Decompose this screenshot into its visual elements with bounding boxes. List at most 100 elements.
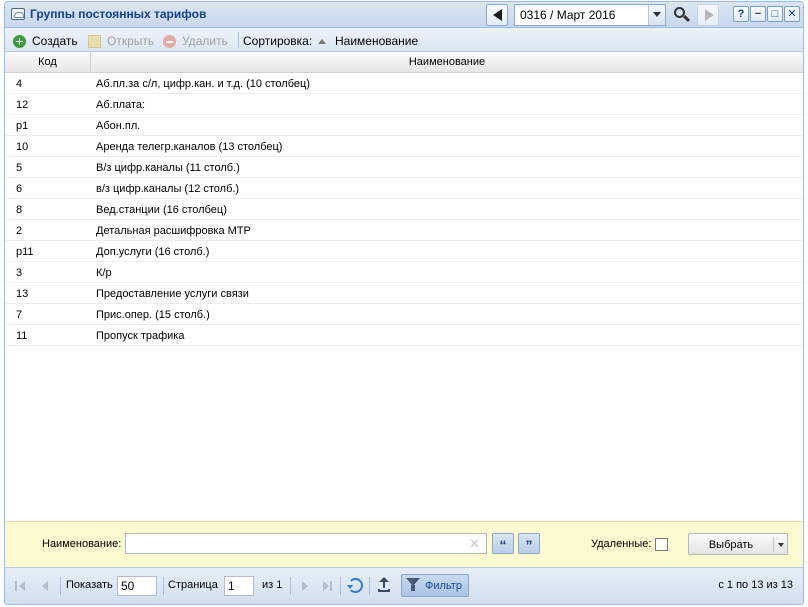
paging-separator [369, 577, 370, 595]
tariff-groups-grid: Код Наименование 4 Аб.пл.за с/л, цифр.кан… [5, 52, 803, 521]
create-label: Создать [32, 34, 78, 48]
period-select[interactable]: 0316 / Март 2016 [514, 4, 666, 26]
cell-code: p11 [16, 246, 34, 258]
arrow-right-icon [705, 9, 714, 21]
arrow-left-icon [493, 9, 502, 21]
cell-name: в/з цифр.каналы (12 столб.) [96, 183, 240, 195]
toolbar: Создать Открыть Удалить Сортировка: Наим… [5, 28, 803, 52]
page-number-input[interactable] [224, 576, 254, 596]
chevron-down-icon[interactable] [648, 5, 665, 25]
table-row[interactable]: 2 Детальная расшифровка МТР [5, 220, 803, 241]
table-row[interactable]: 12 Аб.плата: [5, 94, 803, 115]
sort-field-label: Наименование [335, 34, 419, 48]
deleted-checkbox[interactable] [655, 538, 668, 551]
cell-code: 3 [16, 267, 23, 279]
page-size-input[interactable] [117, 576, 157, 596]
sort-field-button[interactable]: Наименование [318, 33, 418, 49]
create-button[interactable]: Создать [13, 33, 78, 49]
clear-icon[interactable]: ✕ [469, 536, 480, 552]
table-row[interactable]: 10 Аренда телегр.каналов (13 столбец) [5, 136, 803, 157]
filter-name-input[interactable] [126, 534, 466, 553]
sort-ascending-icon [318, 38, 326, 44]
cell-code: 10 [16, 141, 29, 153]
cell-code: 2 [16, 225, 23, 237]
cell-name: Аб.плата: [96, 99, 146, 111]
next-page-icon[interactable] [299, 580, 311, 592]
cell-code: 4 [16, 78, 23, 90]
cell-code: 7 [16, 309, 23, 321]
paging-separator [60, 577, 61, 595]
help-button[interactable]: ? [733, 6, 749, 22]
toolbar-separator [238, 32, 239, 48]
cell-name: Аб.пл.за с/л, цифр.кан. и т.д. (10 столб… [96, 78, 310, 90]
export-icon[interactable] [376, 577, 392, 593]
paging-toolbar: Показать Страница из 1 Фильтр с 1 по 13 … [5, 567, 803, 604]
table-row[interactable]: p1 Абон.пл. [5, 115, 803, 136]
grid-body: 4 Аб.пл.за с/л, цифр.кан. и т.д. (10 стол… [5, 73, 803, 346]
cell-code: 11 [16, 330, 28, 342]
column-header-name[interactable]: Наименование [91, 56, 803, 68]
tariff-groups-window: Группы постоянных тарифов 0316 / Март 20… [4, 1, 804, 605]
table-row[interactable]: 3 К/р [5, 262, 803, 283]
table-row[interactable]: 13 Предоставление услуги связи [5, 283, 803, 304]
filter-name-field[interactable]: ✕ [125, 533, 487, 554]
cell-code: 13 [16, 288, 29, 300]
filter-toggle-label: Фильтр [425, 580, 462, 592]
sort-label: Сортировка: [243, 34, 313, 48]
filter-name-label: Наименование: [42, 538, 122, 550]
delete-button[interactable]: Удалить [163, 33, 228, 49]
table-row[interactable]: 7 Прис.опер. (15 столб.) [5, 304, 803, 325]
chevron-down-icon[interactable] [778, 543, 784, 547]
minimize-button[interactable]: − [750, 6, 766, 22]
cell-name: К/р [96, 267, 112, 279]
table-row[interactable]: 8 Вед.станции (16 столбец) [5, 199, 803, 220]
export-icon-base [378, 589, 390, 592]
cell-code: 8 [16, 204, 23, 216]
filter-toggle-button[interactable]: Фильтр [401, 574, 469, 597]
table-row[interactable]: 6 в/з цифр.каналы (12 столб.) [5, 178, 803, 199]
paging-summary: с 1 по 13 из 13 [718, 579, 793, 591]
cell-name: Прис.опер. (15 столб.) [96, 309, 210, 321]
prev-period-button[interactable] [486, 4, 508, 26]
window-icon [11, 8, 25, 20]
page-count-label: из 1 [262, 579, 283, 591]
folder-icon [88, 34, 101, 48]
prev-page-icon[interactable] [39, 580, 51, 592]
maximize-button[interactable]: □ [767, 6, 783, 22]
close-quote-button[interactable]: ” [518, 533, 540, 554]
minus-circle-icon [163, 34, 176, 48]
last-page-icon[interactable] [321, 580, 333, 592]
table-row[interactable]: p11 Доп.услуги (16 столб.) [5, 241, 803, 262]
cell-name: Вед.станции (16 столбец) [96, 204, 227, 216]
refresh-icon[interactable] [347, 578, 363, 593]
cell-name: Аренда телегр.каналов (13 столбец) [96, 141, 283, 153]
cell-code: 6 [16, 183, 23, 195]
cell-name: В/з цифр.каналы (11 столб.) [96, 162, 240, 174]
page-label: Страница [168, 579, 218, 591]
open-label: Открыть [107, 34, 155, 48]
table-row[interactable]: 11 Пропуск трафика [5, 325, 803, 346]
open-quote-button[interactable]: “ [492, 533, 514, 554]
search-button[interactable] [671, 4, 693, 26]
deleted-label: Удаленные: [591, 538, 652, 550]
select-split-divider [773, 537, 774, 552]
paging-separator [340, 577, 341, 595]
open-button[interactable]: Открыть [88, 33, 154, 49]
select-button[interactable]: Выбрать [688, 533, 788, 555]
window-title: Группы постоянных тарифов [30, 7, 207, 21]
table-row[interactable]: 4 Аб.пл.за с/л, цифр.кан. и т.д. (10 стол… [5, 73, 803, 94]
close-button[interactable]: ✕ [784, 6, 800, 22]
cell-name: Пропуск трафика [96, 330, 185, 342]
cell-code: 12 [16, 99, 29, 111]
paging-separator [163, 577, 164, 595]
first-page-icon[interactable] [15, 580, 27, 592]
table-row[interactable]: 5 В/з цифр.каналы (11 столб.) [5, 157, 803, 178]
cell-name: Доп.услуги (16 столб.) [96, 246, 210, 258]
cell-code: p1 [16, 120, 29, 132]
column-header-code[interactable]: Код [5, 56, 90, 68]
magnifier-handle [682, 14, 691, 23]
grid-header: Код Наименование [5, 52, 803, 73]
next-period-button[interactable] [697, 4, 719, 26]
period-value: 0316 / Март 2016 [520, 8, 616, 22]
cell-name: Детальная расшифровка МТР [96, 225, 251, 237]
